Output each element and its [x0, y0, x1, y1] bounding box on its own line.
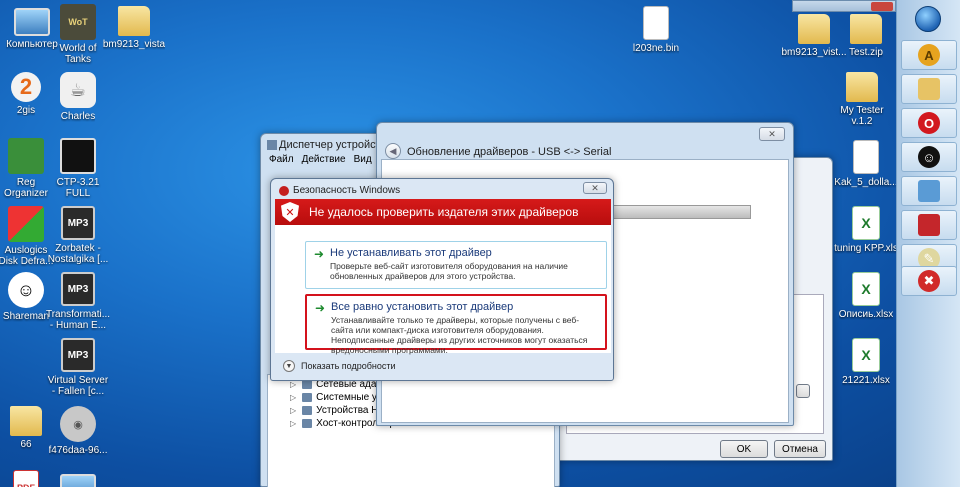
sidebar-button-6[interactable]: [901, 210, 957, 240]
expand-arrow-icon[interactable]: ▷: [290, 380, 296, 389]
auslogics-icon: [8, 206, 44, 242]
dialog-content: ➜ Не устанавливать этот драйвер Проверьт…: [275, 225, 611, 355]
sidebar-button-4[interactable]: ☺: [901, 142, 957, 172]
triangle-app-icon: A: [918, 44, 940, 66]
disk-icon: ◉: [60, 406, 96, 442]
desktop-icon-transformati[interactable]: MP3 Transformati... - Human E...: [46, 272, 110, 331]
pdf-icon: PDF: [13, 470, 39, 487]
excel-icon: X: [852, 338, 880, 372]
opera-icon: O: [918, 112, 940, 134]
small-button[interactable]: [796, 384, 810, 398]
install-anyway-option[interactable]: ➜ Все равно установить этот драйвер Уста…: [305, 294, 607, 355]
menu-action[interactable]: Действие: [302, 154, 346, 165]
dialog-title: Безопасность Windows: [293, 185, 401, 196]
sidebar-button-opera[interactable]: O: [901, 108, 957, 138]
option-title: Не устанавливать этот драйвер: [330, 247, 492, 259]
file-icon: [643, 6, 669, 40]
mp3-icon: MP3: [61, 272, 95, 306]
close-red-icon: ✖: [918, 270, 940, 292]
windows-security-dialog: Безопасность Windows ✕ ✕ Не удалось пров…: [270, 178, 614, 381]
folder-icon: [10, 406, 42, 436]
zip-folder-icon: [850, 14, 882, 44]
menu-bar: Файл Действие Вид С: [269, 154, 387, 165]
option-title: Все равно установить этот драйвер: [331, 301, 514, 313]
excel-icon: X: [852, 206, 880, 240]
mp3-icon: MP3: [61, 338, 95, 372]
dialog-footer: ▼ Показать подробности: [275, 353, 611, 379]
file-icon: [853, 140, 879, 174]
do-not-install-option[interactable]: ➜ Не устанавливать этот драйвер Проверьт…: [305, 241, 607, 289]
sidebar-button-5[interactable]: [901, 176, 957, 206]
progress-bar: [613, 205, 751, 219]
jug-icon: ☕: [60, 72, 96, 108]
ctp-icon: [60, 138, 96, 174]
close-button[interactable]: ✕: [759, 127, 785, 141]
2gis-icon: 2: [11, 72, 41, 102]
folder-icon: [918, 78, 940, 100]
cancel-button[interactable]: Отмена: [774, 440, 826, 458]
menu-view[interactable]: Вид: [354, 154, 372, 165]
wizard-title: Обновление драйверов - USB <-> Serial: [407, 146, 612, 158]
penguin-icon: ☺: [918, 146, 940, 168]
minimized-window-strip[interactable]: [792, 0, 896, 12]
desktop-icon-zorbatek[interactable]: MP3 Zorbatek - Nostalgika [...: [46, 206, 110, 265]
back-arrow-icon[interactable]: ◀: [385, 143, 401, 159]
expand-arrow-icon[interactable]: ▷: [290, 393, 296, 402]
desktop-icon-my-tester[interactable]: My Tester v.1.2: [830, 72, 894, 127]
toolbox-icon: [918, 214, 940, 236]
hid-device-icon: [302, 406, 313, 415]
desktop-icon-21221[interactable]: X 21221.xlsx: [834, 338, 898, 386]
device-manager-icon: [267, 140, 277, 150]
desktop-icon-l203ne[interactable]: l203ne.bin: [624, 6, 688, 54]
windows-orb-icon[interactable]: [915, 6, 941, 32]
desktop-icon-tuning-kpp[interactable]: X tuning KPP.xls: [834, 206, 898, 254]
warning-shield-icon: ✕: [281, 202, 299, 222]
green-arrow-icon: ➜: [315, 301, 326, 315]
folder-icon: [798, 14, 830, 44]
menu-file[interactable]: Файл: [269, 154, 294, 165]
expand-arrow-icon[interactable]: ▷: [290, 406, 296, 415]
desktop-icon-ctp[interactable]: CTP-3.21 FULL: [46, 138, 110, 199]
shareman-icon: ☺: [8, 272, 44, 308]
usb-controller-icon: [302, 419, 313, 428]
device-manager-title: Диспетчер устройств: [279, 139, 387, 151]
system-device-icon: [302, 393, 313, 402]
desktop-icon-kak-5-dolla[interactable]: Kak_5_dolla...: [834, 140, 898, 188]
folder-icon: [846, 72, 878, 102]
option-description: Устанавливайте только те драйверы, котор…: [331, 315, 588, 355]
desktop-icon-opis[interactable]: X Описиь.xlsx: [834, 272, 898, 320]
close-icon[interactable]: [871, 2, 893, 11]
desktop-icon-bm9213-vista[interactable]: bm9213_vista: [102, 6, 166, 50]
computer-icon: [14, 8, 50, 36]
tank-icon: WoT: [60, 4, 96, 40]
gadget-sidebar: A O ☺ ✎ ✖: [896, 0, 960, 487]
desktop-icon-charles[interactable]: ☕ Charles: [46, 72, 110, 122]
control-panel-icon: [918, 180, 940, 202]
app-icon: [60, 474, 96, 487]
chevron-down-icon[interactable]: ▼: [283, 360, 295, 372]
option-description: Проверьте веб-сайт изготовителя оборудов…: [330, 261, 568, 281]
ok-button[interactable]: OK: [720, 440, 768, 458]
warning-banner: ✕ Не удалось проверить издателя этих дра…: [275, 199, 611, 225]
warning-message: Не удалось проверить издателя этих драйв…: [309, 205, 579, 219]
security-shield-icon: [279, 186, 289, 196]
sidebar-button-1[interactable]: A: [901, 40, 957, 70]
excel-icon: X: [852, 272, 880, 306]
reg-organizer-icon: [8, 138, 44, 174]
folder-icon: [118, 6, 150, 36]
desktop-icon-world-of-tanks[interactable]: WoT World of Tanks: [46, 4, 110, 65]
desktop-icon-test-zip[interactable]: Test.zip: [834, 14, 898, 58]
network-adapter-icon: [302, 380, 313, 389]
expand-arrow-icon[interactable]: ▷: [290, 419, 296, 428]
desktop-icon-f476daa[interactable]: ◉ f476daa-96...: [46, 406, 110, 456]
sidebar-button-2[interactable]: [901, 74, 957, 104]
desktop-icon-virtual-server[interactable]: MP3 Virtual Server - Fallen [c...: [46, 338, 110, 397]
green-arrow-icon: ➜: [314, 247, 325, 261]
sidebar-button-close[interactable]: ✖: [901, 266, 957, 296]
show-details-link[interactable]: Показать подробности: [301, 361, 395, 371]
mp3-icon: MP3: [61, 206, 95, 240]
close-button[interactable]: ✕: [583, 182, 607, 194]
desktop-icon-bottom-app[interactable]: [46, 474, 110, 487]
